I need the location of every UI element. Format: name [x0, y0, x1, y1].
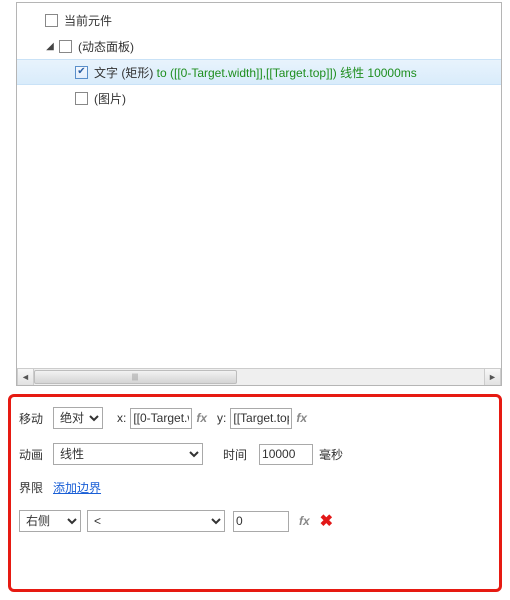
- x-label: x:: [117, 411, 126, 425]
- time-label: 时间: [223, 446, 247, 463]
- move-properties-panel: 移动 绝对位置 x: fx y: fx 动画 线性 时间 毫秒 界限 添加边界: [8, 394, 502, 592]
- checkbox-icon[interactable]: [59, 40, 72, 53]
- tree-label: 文字 (矩形) to ([[0-Target.width]],[[Target.…: [94, 64, 417, 81]
- delete-boundary-icon[interactable]: ✖: [320, 511, 333, 531]
- root-panel: 当前元件 ◢ (动态面板) ✔ 文字 (矩形) to ([[0-Target.w…: [0, 0, 510, 600]
- tree-label: (图片): [94, 90, 126, 107]
- tree-row-text-rectangle[interactable]: ✔ 文字 (矩形) to ([[0-Target.width]],[[Targe…: [17, 59, 502, 85]
- x-value-input[interactable]: [130, 408, 192, 429]
- boundary-side-select[interactable]: 右侧: [19, 510, 81, 532]
- scroll-track[interactable]: [34, 369, 484, 385]
- row-animation: 动画 线性 时间 毫秒: [19, 443, 491, 465]
- y-value-input[interactable]: [230, 408, 292, 429]
- row-move: 移动 绝对位置 x: fx y: fx: [19, 407, 491, 429]
- row-bounds-label: 界限 添加边界: [19, 479, 491, 496]
- expand-arrow-icon[interactable]: ◢: [43, 39, 57, 53]
- scroll-thumb[interactable]: [34, 370, 237, 384]
- checkbox-icon[interactable]: [45, 14, 58, 27]
- add-boundary-link[interactable]: 添加边界: [53, 479, 101, 496]
- tree-label-base: 文字 (矩形): [94, 66, 153, 80]
- boundary-value-input[interactable]: [233, 511, 289, 532]
- fx-icon[interactable]: fx: [296, 411, 307, 425]
- bounds-label: 界限: [19, 479, 53, 496]
- time-value-input[interactable]: [259, 444, 313, 465]
- widget-tree: 当前元件 ◢ (动态面板) ✔ 文字 (矩形) to ([[0-Target.w…: [17, 3, 502, 111]
- row-bounds-condition: 右侧 < fx ✖: [19, 510, 491, 532]
- anim-label: 动画: [19, 446, 53, 463]
- fx-icon[interactable]: fx: [196, 411, 207, 425]
- time-unit: 毫秒: [319, 446, 343, 463]
- scroll-right-button[interactable]: ►: [484, 369, 501, 385]
- move-label: 移动: [19, 410, 53, 427]
- widget-tree-pane: 当前元件 ◢ (动态面板) ✔ 文字 (矩形) to ([[0-Target.w…: [16, 2, 502, 386]
- move-type-select[interactable]: 绝对位置: [53, 407, 103, 429]
- tree-label: (动态面板): [78, 38, 134, 55]
- horizontal-scrollbar[interactable]: ◄ ►: [17, 368, 501, 385]
- boundary-op-select[interactable]: <: [87, 510, 225, 532]
- y-label: y:: [217, 411, 226, 425]
- fx-icon[interactable]: fx: [299, 514, 310, 528]
- checkbox-icon[interactable]: ✔: [75, 66, 88, 79]
- tree-row-dynamic-panel[interactable]: ◢ (动态面板): [17, 33, 502, 59]
- checkbox-icon[interactable]: [75, 92, 88, 105]
- tree-label: 当前元件: [64, 12, 112, 29]
- tree-label-action: to ([[0-Target.width]],[[Target.top]]) 线…: [153, 66, 416, 80]
- tree-row-image[interactable]: (图片): [17, 85, 502, 111]
- animation-type-select[interactable]: 线性: [53, 443, 203, 465]
- scroll-left-button[interactable]: ◄: [17, 369, 34, 385]
- tree-row-current-widget[interactable]: 当前元件: [17, 7, 502, 33]
